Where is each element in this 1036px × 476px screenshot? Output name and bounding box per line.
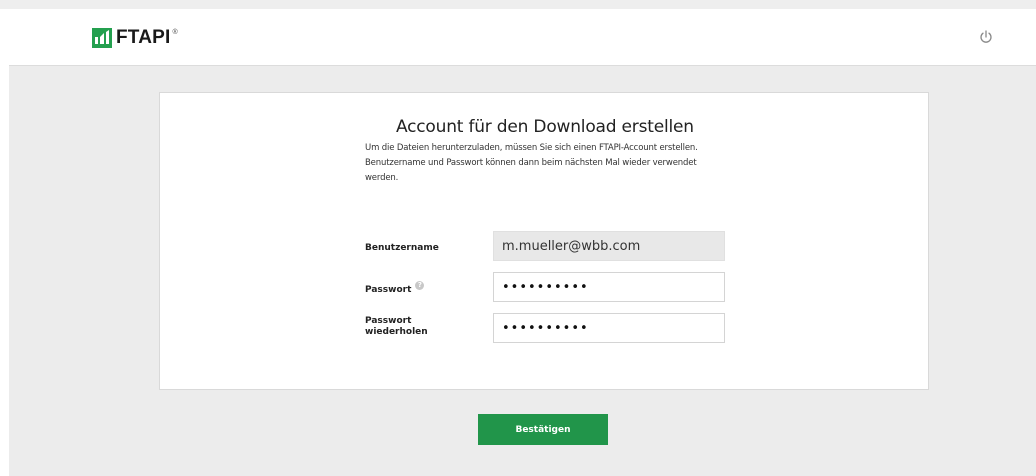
password-repeat-label-line2: wiederholen [365,327,428,337]
password-repeat-label: Passwort wiederholen [365,316,428,338]
logo-text: FTAPI [116,27,171,48]
power-icon [980,30,992,43]
app-header: FTAPI ® [9,9,1036,66]
download-account-form: Account für den Download erstellen Um di… [159,92,929,390]
username-field[interactable] [493,231,725,261]
password-field[interactable] [493,272,725,302]
ftapi-logo: FTAPI ® [92,28,178,48]
window-top-strip [0,0,1036,9]
password-repeat-field[interactable] [493,313,725,343]
password-row: Passwort? [365,272,765,302]
password-repeat-label-line1: Passwort [365,316,412,326]
registered-mark: ® [172,29,178,36]
help-icon[interactable]: ? [415,281,425,290]
password-repeat-row: Passwort wiederholen [365,313,765,343]
username-label: Benutzername [365,243,439,253]
page-title: Account für den Download erstellen [396,117,694,137]
confirm-button[interactable]: Bestätigen [478,414,608,445]
username-row: Benutzername [365,231,765,261]
app-frame: FTAPI ® Account für den Download erstell… [9,9,1036,476]
form-description: Um die Dateien herunterzuladen, müssen S… [365,143,698,183]
password-label: Passwort [365,285,412,295]
ftapi-logo-icon [92,28,112,48]
logout-button[interactable] [978,29,994,45]
password-label-wrap: Passwort? [365,281,425,296]
